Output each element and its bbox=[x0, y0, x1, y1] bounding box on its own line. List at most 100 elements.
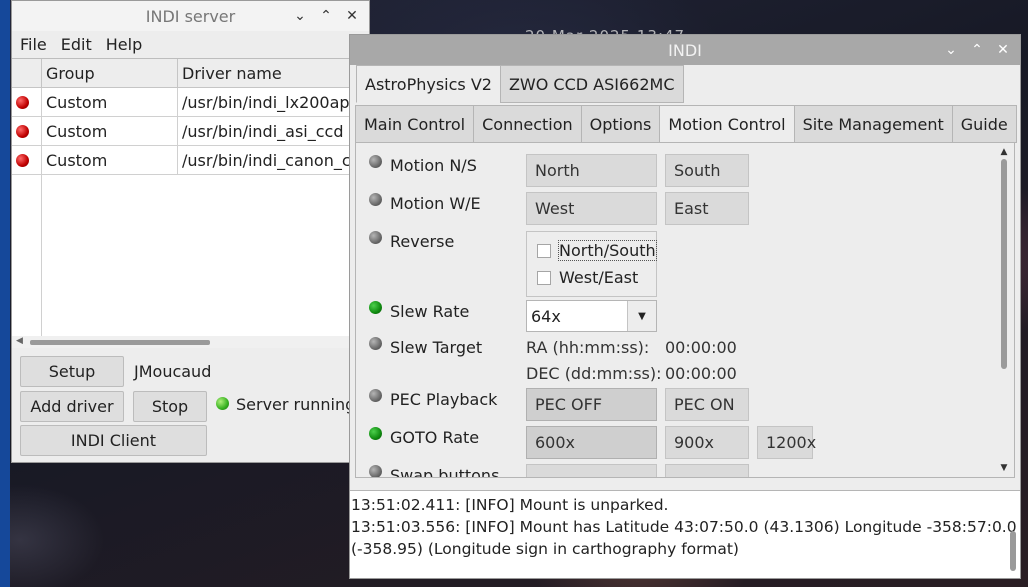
message-log[interactable]: 13:51:02.411: [INFO] Mount is unparked. … bbox=[350, 490, 1020, 578]
tab-zwo-ccd[interactable]: ZWO CCD ASI662MC bbox=[499, 65, 684, 103]
reverse-options: North/South West/East bbox=[526, 231, 657, 297]
driver-table-hscrollbar[interactable]: ◀ bbox=[12, 336, 371, 348]
driver-table-header: Group Driver name bbox=[12, 59, 371, 88]
group-cell: Custom bbox=[42, 88, 178, 116]
menu-edit[interactable]: Edit bbox=[61, 35, 92, 54]
status-column-header[interactable] bbox=[12, 59, 42, 87]
indi-server-window: INDI server ⌄ ⌃ ✕ File Edit Help Group D… bbox=[11, 0, 371, 463]
server-titlebar[interactable]: INDI server ⌄ ⌃ ✕ bbox=[12, 1, 369, 31]
tab-site-management[interactable]: Site Management bbox=[793, 105, 953, 143]
tab-astrophysics-v2[interactable]: AstroPhysics V2 bbox=[356, 65, 501, 103]
group-cell: Custom bbox=[42, 117, 178, 145]
stop-button[interactable]: Stop bbox=[133, 391, 207, 422]
swap-option-button[interactable] bbox=[665, 464, 749, 477]
south-button[interactable]: South bbox=[665, 154, 749, 187]
tab-guide[interactable]: Guide bbox=[951, 105, 1017, 143]
pec-playback-label: PEC Playback bbox=[390, 390, 498, 409]
table-row[interactable]: Custom /usr/bin/indi_canon_ccd bbox=[12, 146, 371, 175]
goto-600x-button[interactable]: 600x bbox=[526, 426, 657, 459]
west-button[interactable]: West bbox=[526, 192, 657, 225]
motion-we-state-icon bbox=[369, 193, 382, 206]
log-line: (-358.95) (Longitude sign in carthograph… bbox=[351, 540, 739, 558]
scrollbar-thumb[interactable] bbox=[1001, 159, 1007, 369]
status-cell bbox=[12, 88, 42, 116]
driver-table[interactable]: Group Driver name Custom /usr/bin/indi_l… bbox=[12, 58, 371, 348]
pec-off-button[interactable]: PEC OFF bbox=[526, 388, 657, 421]
group-column-header[interactable]: Group bbox=[42, 59, 178, 87]
goto-1200x-button[interactable]: 1200x bbox=[757, 426, 816, 459]
server-window-title: INDI server bbox=[145, 6, 236, 26]
maximize-icon[interactable]: ⌃ bbox=[966, 39, 988, 61]
minimize-icon[interactable]: ⌄ bbox=[289, 5, 311, 27]
menu-file[interactable]: File bbox=[20, 35, 47, 54]
tab-connection[interactable]: Connection bbox=[473, 105, 582, 143]
slew-rate-state-icon bbox=[369, 301, 382, 314]
indi-client-button[interactable]: INDI Client bbox=[20, 425, 207, 456]
east-button[interactable]: East bbox=[665, 192, 749, 225]
swap-state-icon bbox=[369, 465, 382, 477]
reverse-we-option[interactable]: West/East bbox=[537, 268, 638, 287]
slew-target-label: Slew Target bbox=[390, 338, 483, 357]
menu-help[interactable]: Help bbox=[106, 35, 142, 54]
server-menubar: File Edit Help bbox=[12, 31, 369, 57]
goto-rate-label: GOTO Rate bbox=[390, 428, 480, 447]
reverse-state-icon bbox=[369, 231, 382, 244]
profile-name: JMoucaud bbox=[134, 362, 212, 381]
indi-control-panel-window: INDI ⌄ ⌃ ✕ AstroPhysics V2 ZWO CCD ASI66… bbox=[349, 34, 1021, 579]
reverse-ns-checkbox[interactable] bbox=[537, 243, 551, 258]
device-tabs: AstroPhysics V2 ZWO CCD ASI662MC bbox=[356, 65, 684, 103]
log-vscrollbar[interactable] bbox=[1008, 495, 1018, 575]
status-cell bbox=[12, 146, 42, 174]
slew-rate-label: Slew Rate bbox=[390, 302, 470, 321]
scroll-up-icon[interactable]: ▲ bbox=[998, 147, 1010, 157]
reverse-label: Reverse bbox=[390, 232, 455, 251]
tab-main-control[interactable]: Main Control bbox=[355, 105, 475, 143]
slew-rate-select[interactable]: 64x ▼ bbox=[526, 300, 657, 332]
log-line: 13:51:02.411: [INFO] Mount is unparked. bbox=[351, 496, 669, 514]
pec-on-button[interactable]: PEC ON bbox=[665, 388, 749, 421]
scrollbar-thumb[interactable] bbox=[1010, 531, 1016, 571]
tab-motion-control[interactable]: Motion Control bbox=[659, 105, 795, 143]
maximize-icon[interactable]: ⌃ bbox=[315, 5, 337, 27]
driver-cell: /usr/bin/indi_canon_ccd bbox=[178, 146, 371, 174]
status-column-divider bbox=[12, 175, 42, 347]
close-icon[interactable]: ✕ bbox=[341, 5, 363, 27]
minimize-icon[interactable]: ⌄ bbox=[940, 39, 962, 61]
add-driver-button[interactable]: Add driver bbox=[20, 391, 124, 422]
scroll-down-icon[interactable]: ▼ bbox=[998, 463, 1010, 473]
server-status-text: Server running bbox=[236, 395, 356, 414]
ra-value: 00:00:00 bbox=[665, 338, 737, 357]
motion-ns-label: Motion N/S bbox=[390, 156, 477, 175]
reverse-we-checkbox[interactable] bbox=[537, 270, 551, 285]
reverse-ns-option[interactable]: North/South bbox=[537, 240, 657, 261]
slew-rate-value: 64x bbox=[531, 306, 561, 326]
tab-options[interactable]: Options bbox=[580, 105, 661, 143]
status-cell bbox=[12, 117, 42, 145]
north-button[interactable]: North bbox=[526, 154, 657, 187]
setup-button[interactable]: Setup bbox=[20, 356, 124, 387]
swap-buttons-label: Swap buttons bbox=[390, 466, 500, 478]
motion-ns-state-icon bbox=[369, 155, 382, 168]
panel-vscrollbar[interactable]: ▲ ▼ bbox=[998, 147, 1010, 473]
driver-status-led-icon bbox=[16, 153, 29, 167]
reverse-ns-label: North/South bbox=[558, 240, 657, 261]
pec-playback-state-icon bbox=[369, 389, 382, 402]
dec-value: 00:00:00 bbox=[665, 364, 737, 383]
goto-900x-button[interactable]: 900x bbox=[665, 426, 749, 459]
swap-option-button[interactable] bbox=[526, 464, 657, 477]
driver-status-led-icon bbox=[16, 95, 29, 109]
log-line: 13:51:03.556: [INFO] Mount has Latitude … bbox=[351, 518, 1017, 536]
scroll-left-icon[interactable]: ◀ bbox=[16, 336, 23, 346]
scrollbar-thumb[interactable] bbox=[30, 340, 210, 345]
goto-rate-state-icon bbox=[369, 427, 382, 440]
indi-titlebar[interactable]: INDI ⌄ ⌃ ✕ bbox=[350, 35, 1020, 65]
chevron-down-icon[interactable]: ▼ bbox=[627, 301, 656, 331]
motion-we-label: Motion W/E bbox=[390, 194, 481, 213]
driver-column-header[interactable]: Driver name bbox=[178, 59, 371, 87]
driver-cell: /usr/bin/indi_lx200ap_v bbox=[178, 88, 371, 116]
close-icon[interactable]: ✕ bbox=[992, 39, 1014, 61]
indi-window-title: INDI bbox=[668, 40, 702, 60]
table-row[interactable]: Custom /usr/bin/indi_lx200ap_v bbox=[12, 88, 371, 117]
table-row[interactable]: Custom /usr/bin/indi_asi_ccd bbox=[12, 117, 371, 146]
dec-label: DEC (dd:mm:ss): bbox=[526, 364, 662, 383]
